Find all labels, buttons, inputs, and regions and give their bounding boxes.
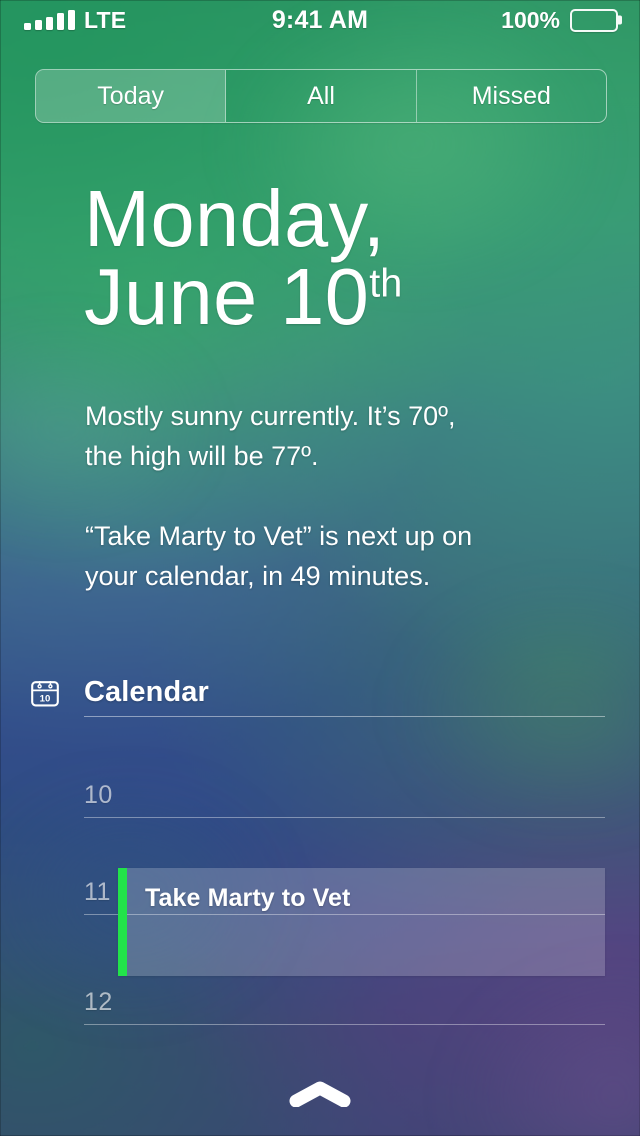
- svg-text:10: 10: [40, 693, 51, 704]
- calendar-section-title: Calendar: [84, 675, 209, 708]
- hour-rule-12: [84, 1024, 605, 1025]
- date-weekday: Monday,: [84, 174, 386, 263]
- weather-summary-line1: Mostly sunny currently. It’s 70º,: [85, 401, 456, 431]
- calendar-summary-line1: “Take Marty to Vet” is next up on: [85, 521, 473, 551]
- status-bar: LTE 9:41 AM 100%: [0, 0, 640, 40]
- hour-row-12: 12: [84, 988, 605, 1025]
- today-summary: Mostly sunny currently. It’s 70º, the hi…: [85, 396, 565, 596]
- notification-center-screen: LTE 9:41 AM 100% Today All Missed Monday…: [0, 0, 640, 1136]
- calendar-icon: 10: [31, 681, 59, 707]
- tab-today[interactable]: Today: [36, 70, 227, 122]
- tab-all[interactable]: All: [226, 70, 417, 122]
- battery-percent-label: 100%: [501, 6, 560, 33]
- status-bar-right: 100%: [501, 0, 622, 40]
- date-month-day-text: June 10: [84, 252, 370, 341]
- hour-label-11: 11: [84, 878, 111, 906]
- calendar-event-take-marty-to-vet[interactable]: Take Marty to Vet: [118, 868, 605, 976]
- battery-full-icon: [570, 8, 622, 32]
- battery-cap: [618, 15, 622, 25]
- calendar-section-header: 10 Calendar: [30, 670, 605, 714]
- notification-tabs[interactable]: Today All Missed: [35, 69, 607, 123]
- chevron-up-grabber-icon[interactable]: [289, 1081, 351, 1107]
- hour-label-10: 10: [84, 781, 113, 809]
- calendar-summary-line2: your calendar, in 49 minutes.: [85, 561, 431, 591]
- tab-missed[interactable]: Missed: [417, 70, 606, 122]
- event-accent-bar: [118, 868, 127, 976]
- hour-row-10: 10: [84, 781, 605, 818]
- date-heading: Monday, June 10th: [84, 174, 584, 336]
- hour-label-12: 12: [84, 988, 113, 1016]
- date-ordinal-suffix: th: [369, 261, 403, 306]
- weather-summary-line2: the high will be 77º.: [85, 441, 319, 471]
- hour-rule-10: [84, 817, 605, 818]
- weather-summary: Mostly sunny currently. It’s 70º, the hi…: [85, 396, 565, 476]
- calendar-summary: “Take Marty to Vet” is next up on your c…: [85, 516, 565, 596]
- calendar-header-divider: [84, 716, 605, 717]
- event-title: Take Marty to Vet: [145, 884, 351, 912]
- date-month-day: June 10th: [84, 256, 579, 336]
